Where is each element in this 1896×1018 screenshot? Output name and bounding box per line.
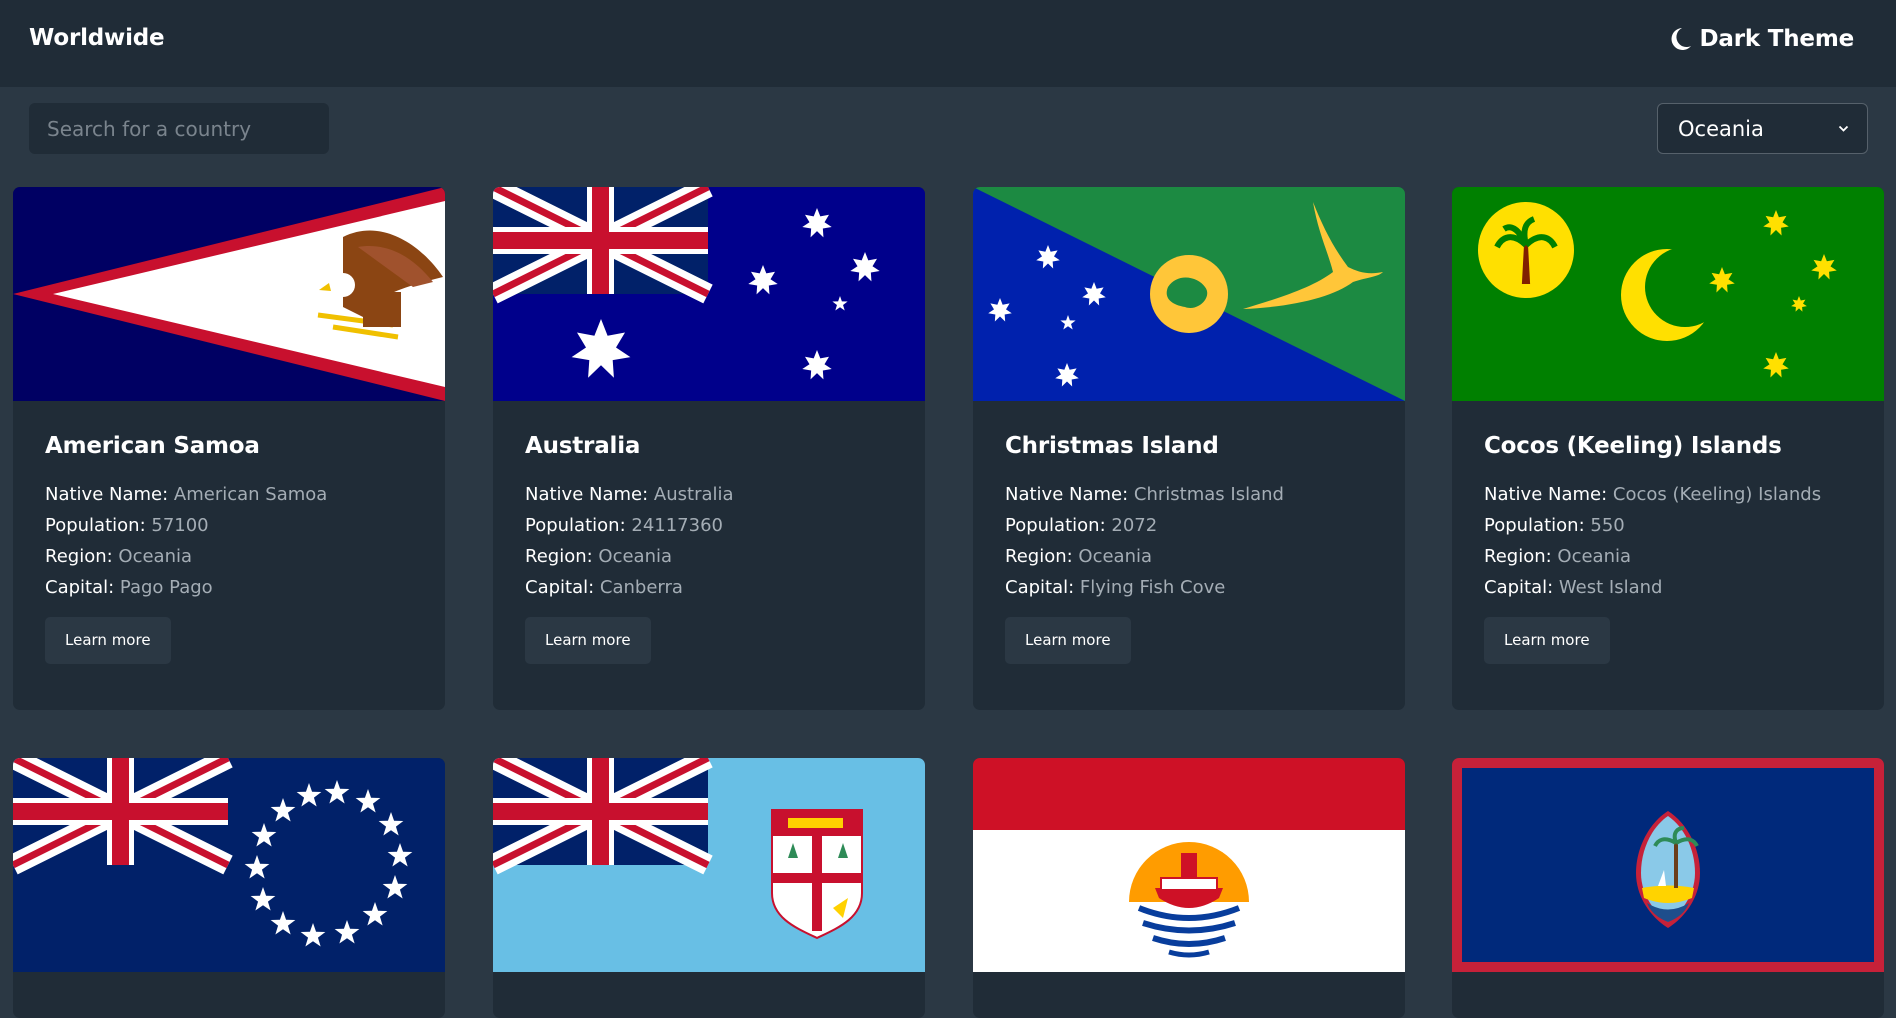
- learn-more-button[interactable]: Learn more: [1484, 617, 1610, 664]
- country-name: American Samoa: [45, 433, 260, 459]
- native-name-label: Native Name:: [45, 484, 169, 505]
- learn-more-button[interactable]: Learn more: [525, 617, 651, 664]
- country-card[interactable]: [493, 758, 925, 1018]
- native-name-value: Christmas Island: [1133, 484, 1284, 505]
- country-card[interactable]: Cocos (Keeling) Islands Native Name: Coc…: [1452, 187, 1884, 710]
- top-header: Worldwide Dark Theme: [0, 0, 1896, 87]
- country-name: Cocos (Keeling) Islands: [1484, 433, 1782, 459]
- country-card[interactable]: [13, 758, 445, 1018]
- capital-value: West Island: [1558, 577, 1663, 598]
- population-value: 24117360: [631, 515, 723, 536]
- population-label: Population:: [525, 515, 626, 536]
- population-value: 2072: [1111, 515, 1158, 536]
- region-value: Oceania: [598, 546, 673, 567]
- region-value: Oceania: [1557, 546, 1632, 567]
- country-card[interactable]: Christmas Island Native Name: Christmas …: [973, 187, 1405, 710]
- population-value: 57100: [151, 515, 209, 536]
- population-label: Population:: [1484, 515, 1585, 536]
- capital-label: Capital:: [525, 577, 595, 598]
- native-name-value: Australia: [653, 484, 734, 505]
- native-name-label: Native Name:: [1484, 484, 1608, 505]
- region-select-value: Oceania: [1678, 116, 1764, 141]
- native-name-label: Native Name:: [525, 484, 649, 505]
- region-label: Region:: [1005, 546, 1073, 567]
- population-label: Population:: [1005, 515, 1106, 536]
- capital-label: Capital:: [1005, 577, 1075, 598]
- country-card[interactable]: American Samoa Native Name: American Sam…: [13, 187, 445, 710]
- population-value: 550: [1590, 515, 1625, 536]
- native-name-value: American Samoa: [173, 484, 328, 505]
- learn-more-button[interactable]: Learn more: [1005, 617, 1131, 664]
- chevron-down-icon: [1838, 125, 1849, 132]
- capital-value: Pago Pago: [119, 577, 213, 598]
- theme-toggle-button[interactable]: Dark Theme: [1668, 23, 1855, 55]
- region-select[interactable]: Oceania: [1657, 103, 1868, 154]
- country-card[interactable]: Australia Native Name: Australia Populat…: [493, 187, 925, 710]
- region-label: Region:: [1484, 546, 1552, 567]
- guam-flag: [1452, 758, 1884, 972]
- population-label: Population:: [45, 515, 146, 536]
- native-name-value: Cocos (Keeling) Islands: [1612, 484, 1822, 505]
- christmas-island-flag: [973, 187, 1405, 401]
- app-title[interactable]: Worldwide: [29, 25, 165, 51]
- native-name-label: Native Name:: [1005, 484, 1129, 505]
- learn-more-button[interactable]: Learn more: [45, 617, 171, 664]
- capital-value: Flying Fish Cove: [1079, 577, 1226, 598]
- fiji-flag: [493, 758, 925, 972]
- region-value: Oceania: [1078, 546, 1153, 567]
- capital-value: Canberra: [599, 577, 683, 598]
- region-value: Oceania: [118, 546, 193, 567]
- country-name: Australia: [525, 433, 641, 459]
- french-polynesia-flag: [973, 758, 1405, 972]
- search-input[interactable]: [45, 115, 313, 142]
- cook-islands-flag: [13, 758, 445, 972]
- search-box[interactable]: [29, 103, 329, 154]
- american-samoa-flag: [13, 187, 445, 401]
- country-name: Christmas Island: [1005, 433, 1219, 459]
- cocos-islands-flag: [1452, 187, 1884, 401]
- capital-label: Capital:: [45, 577, 115, 598]
- country-card[interactable]: [1452, 758, 1884, 1018]
- theme-toggle-label: Dark Theme: [1699, 26, 1855, 52]
- region-label: Region:: [525, 546, 593, 567]
- country-card[interactable]: [973, 758, 1405, 1018]
- australia-flag: [493, 187, 925, 401]
- capital-label: Capital:: [1484, 577, 1554, 598]
- moon-icon: [1671, 28, 1691, 50]
- region-label: Region:: [45, 546, 113, 567]
